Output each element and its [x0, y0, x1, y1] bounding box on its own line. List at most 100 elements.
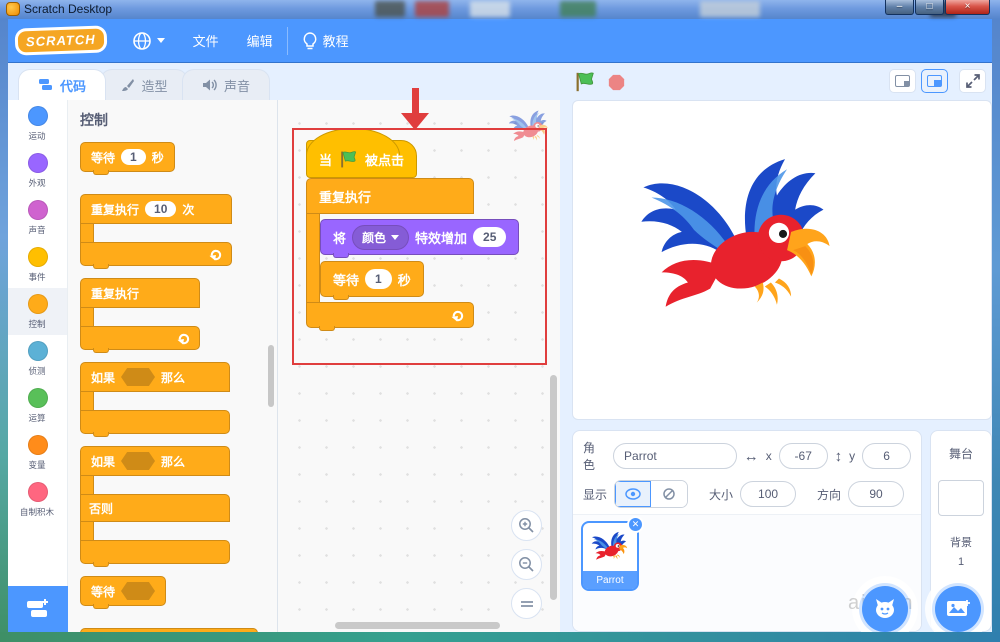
- language-selector[interactable]: [118, 19, 179, 63]
- app-icon: [6, 2, 20, 16]
- fullscreen-button[interactable]: [959, 69, 986, 93]
- cat-icon: [876, 599, 894, 618]
- category-events[interactable]: 事件: [8, 241, 67, 288]
- window-border-left: [0, 19, 8, 642]
- hidden-button[interactable]: [651, 481, 688, 507]
- scratch-logo[interactable]: SCRATCH: [17, 28, 104, 53]
- desktop-glass-blob: [375, 1, 405, 17]
- palette-scrollbar[interactable]: [268, 345, 274, 407]
- category-operators[interactable]: 运算: [8, 382, 67, 429]
- zoom-reset-icon: [520, 600, 533, 607]
- sound-color-dot: [27, 199, 48, 220]
- stage-canvas: [572, 100, 992, 420]
- backdrop-image-icon: [947, 600, 970, 616]
- small-stage-button[interactable]: [889, 69, 916, 93]
- myblocks-color-dot: [27, 481, 48, 502]
- variables-color-dot: [27, 434, 48, 455]
- palette-wait-block[interactable]: 等待 1 秒: [80, 142, 175, 175]
- fullscreen-icon: [965, 74, 980, 88]
- minimize-button[interactable]: –: [885, 0, 914, 15]
- y-label: y: [849, 449, 856, 463]
- add-extension-button[interactable]: [8, 586, 68, 632]
- zoom-out-button[interactable]: [511, 549, 542, 580]
- sprite-card-parrot[interactable]: Parrot ✕: [581, 516, 644, 591]
- menu-edit[interactable]: 编辑: [233, 19, 287, 63]
- size-input[interactable]: 100: [740, 481, 797, 507]
- large-stage-icon: [927, 75, 942, 87]
- looks-color-dot: [27, 152, 48, 173]
- paintbrush-icon: [122, 78, 135, 91]
- backdrop-thumbnail[interactable]: [938, 480, 984, 516]
- close-button[interactable]: ×: [945, 0, 990, 15]
- operators-color-dot: [27, 387, 48, 408]
- add-sprite-button[interactable]: [862, 586, 908, 632]
- tab-code[interactable]: 代码: [18, 69, 106, 100]
- category-myblocks[interactable]: 自制积木: [8, 476, 67, 523]
- palette-if-else-block[interactable]: 如果 那么 否则: [80, 446, 230, 567]
- category-looks[interactable]: 外观: [8, 147, 67, 194]
- boolean-slot[interactable]: [121, 452, 156, 470]
- boolean-slot[interactable]: [121, 582, 156, 600]
- parrot-thumbnail: [589, 530, 631, 564]
- desktop-glass-blob: [700, 1, 760, 17]
- boolean-slot[interactable]: [121, 368, 156, 386]
- stage-panel-title: 舞台: [948, 447, 973, 461]
- eye-slash-icon: [663, 488, 675, 500]
- y-axis-icon: ↕: [834, 447, 843, 465]
- motion-color-dot: [27, 105, 48, 126]
- code-vertical-scrollbar[interactable]: [550, 375, 557, 600]
- zoom-reset-button[interactable]: [511, 588, 542, 619]
- x-label: x: [765, 449, 772, 463]
- sprite-info: 角色 Parrot ↔ x -67 ↕ y 6 显示 大小 100 方向 90: [573, 431, 921, 515]
- loop-arrow-icon: [176, 332, 191, 345]
- window-border-right: [992, 19, 1000, 642]
- palette-repeat-block[interactable]: 重复执行 10 次: [80, 194, 232, 269]
- tab-sounds-label: 声音: [223, 78, 250, 94]
- visible-button[interactable]: [615, 481, 652, 507]
- y-position-input[interactable]: 6: [862, 443, 912, 469]
- lightbulb-icon: [303, 31, 317, 49]
- window-title: Scratch Desktop: [24, 2, 113, 16]
- code-horizontal-scrollbar[interactable]: [335, 622, 500, 629]
- tab-sounds[interactable]: 声音: [182, 69, 270, 100]
- menu-file[interactable]: 文件: [179, 19, 233, 63]
- annotation-arrow-head: [401, 113, 429, 130]
- large-stage-button[interactable]: [921, 69, 948, 93]
- stop-button[interactable]: [608, 74, 625, 91]
- zoom-out-icon: [519, 557, 534, 572]
- x-position-input[interactable]: -67: [778, 443, 828, 469]
- category-variables[interactable]: 变量: [8, 429, 67, 476]
- tab-strip: 代码 造型 声音: [8, 63, 992, 100]
- window-border-bottom: [0, 632, 1000, 642]
- menu-tutorials[interactable]: 教程: [288, 19, 363, 63]
- globe-icon: [132, 31, 151, 50]
- add-backdrop-button[interactable]: [935, 586, 981, 632]
- window-titlebar[interactable]: [0, 0, 1000, 19]
- palette-if-block[interactable]: 如果 那么: [80, 362, 230, 437]
- category-motion[interactable]: 运动: [8, 100, 67, 147]
- speaker-icon: [202, 79, 217, 91]
- menu-bar: SCRATCH 文件 编辑 教程: [8, 19, 992, 63]
- category-sensing[interactable]: 侦测: [8, 335, 67, 382]
- palette-wait-until-block[interactable]: 等待: [80, 576, 167, 609]
- direction-input[interactable]: 90: [848, 481, 905, 507]
- tab-costumes[interactable]: 造型: [100, 69, 188, 100]
- annotation-highlight-rectangle: [292, 128, 547, 365]
- category-control[interactable]: 控制: [8, 288, 67, 335]
- code-workspace[interactable]: 当 被点击 重复执行 将 颜色 特效增加 25 等待 1 秒: [278, 88, 560, 632]
- show-label: 显示: [583, 487, 608, 502]
- repeat-times-input[interactable]: 10: [145, 201, 177, 217]
- sensing-color-dot: [27, 340, 48, 361]
- tab-costumes-label: 造型: [141, 78, 168, 94]
- delete-sprite-button[interactable]: ✕: [627, 516, 644, 533]
- palette-forever-block[interactable]: 重复执行: [80, 278, 200, 353]
- zoom-in-icon: [519, 518, 534, 533]
- wait-seconds-input[interactable]: 1: [121, 149, 146, 165]
- green-flag-button[interactable]: [574, 71, 596, 93]
- category-sound[interactable]: 声音: [8, 194, 67, 241]
- sprite-name-input[interactable]: Parrot: [613, 443, 737, 469]
- maximize-button[interactable]: □: [915, 0, 944, 15]
- chevron-down-icon: [156, 38, 165, 43]
- zoom-in-button[interactable]: [511, 510, 542, 541]
- parrot-sprite[interactable]: [621, 153, 856, 325]
